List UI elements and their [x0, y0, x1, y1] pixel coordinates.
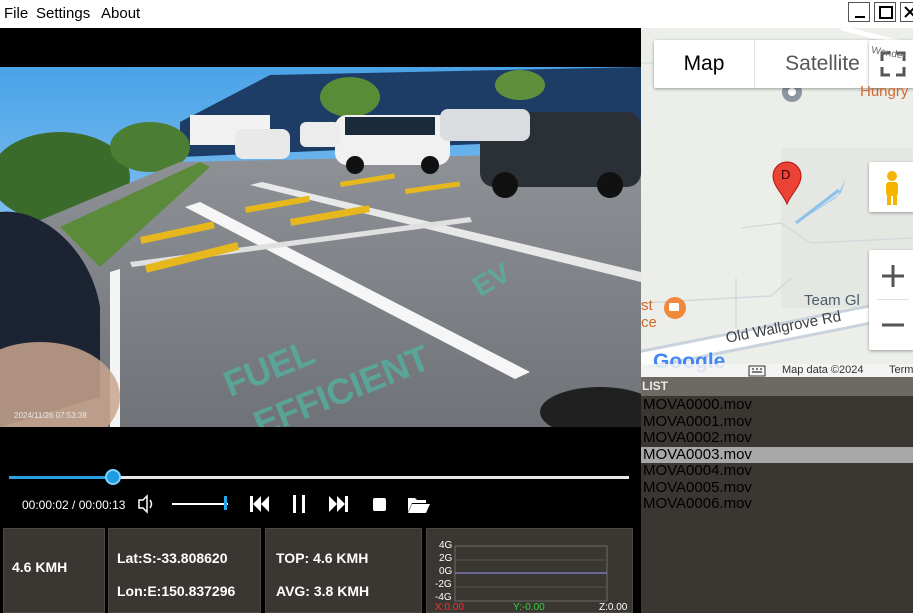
folder-open-icon: [408, 498, 430, 513]
next-button[interactable]: [326, 492, 352, 516]
map-terms-link[interactable]: Term: [889, 364, 913, 376]
file-list-item[interactable]: MOVA0004.mov: [641, 463, 913, 479]
map-label-left-b: ce: [641, 314, 657, 331]
volume-slider-thumb[interactable]: [223, 496, 227, 510]
open-folder-button[interactable]: [406, 492, 432, 516]
menu-settings[interactable]: Settings: [36, 5, 90, 22]
video-panel: FUEL EFFICIENT EV 2024/11/26 07:53:38: [0, 28, 641, 468]
g-y-value: Y:-0.00: [513, 602, 545, 613]
video-image: FUEL EFFICIENT EV: [0, 67, 641, 452]
menu-file[interactable]: File: [4, 5, 28, 22]
speed-value: 4.6 KMH: [12, 559, 68, 575]
map-tab-map[interactable]: Map: [654, 40, 754, 88]
speed-box: 4.6 KMH: [3, 528, 105, 613]
volume-slider[interactable]: [172, 503, 228, 505]
pause-icon: [293, 495, 305, 513]
playback-controls: 00:00:02 / 00:00:13: [0, 468, 641, 526]
average-speed-value: AVG: 3.8 KMH: [276, 583, 370, 599]
map-marker-label: D: [781, 167, 791, 182]
skip-previous-icon: [250, 496, 269, 512]
file-list-item[interactable]: MOVA0006.mov: [641, 496, 913, 512]
seek-bar[interactable]: [9, 476, 629, 479]
map-view[interactable]: Map Satellite Wonder Hungry D Team Gl Ol…: [641, 28, 913, 377]
map-label-team: Team Gl: [804, 292, 860, 309]
map-type-toggle: Map Satellite: [654, 40, 884, 88]
menu-bar: File Settings About: [0, 0, 913, 28]
minimize-icon: [855, 16, 865, 18]
minimize-button[interactable]: [848, 2, 870, 22]
street-view-button[interactable]: [869, 162, 913, 212]
telemetry-panel: 4.6 KMH Lat:S:-33.808620 Lon:E:150.83729…: [0, 526, 641, 613]
file-list-item[interactable]: MOVA0000.mov: [641, 397, 913, 413]
speed-stats-box: TOP: 4.6 KMH AVG: 3.8 KMH: [265, 528, 422, 613]
stop-icon: [373, 498, 386, 511]
file-list-item[interactable]: MOVA0002.mov: [641, 430, 913, 446]
map-label-hungry: Hungry: [860, 83, 909, 100]
volume-button[interactable]: [133, 492, 159, 516]
close-icon: [904, 6, 913, 18]
file-list-header: LIST: [641, 377, 913, 396]
pegman-icon: [886, 171, 898, 205]
keyboard-icon[interactable]: [748, 365, 766, 377]
gps-box: Lat:S:-33.808620 Lon:E:150.837296: [108, 528, 261, 613]
map-marker-d[interactable]: D: [771, 160, 803, 206]
window-controls: [846, 2, 913, 24]
previous-button[interactable]: [247, 492, 273, 516]
seek-bar-fill: [9, 476, 114, 479]
plus-icon: [882, 265, 904, 287]
top-speed-value: TOP: 4.6 KMH: [276, 550, 369, 566]
file-list-item[interactable]: MOVA0001.mov: [641, 413, 913, 430]
speaker-icon: [138, 494, 153, 514]
file-list-item[interactable]: MOVA0003.mov: [641, 446, 913, 463]
g-tick-2: 2G: [439, 553, 453, 564]
video-frame[interactable]: FUEL EFFICIENT EV 2024/11/26 07:53:38: [0, 67, 641, 456]
file-list-panel: LIST MOVA0000.mov MOVA0001.mov MOVA0002.mo…: [641, 377, 913, 613]
maximize-icon: [879, 6, 893, 19]
zoom-out-button[interactable]: [869, 300, 913, 350]
zoom-in-button[interactable]: [869, 250, 913, 300]
latitude-value: Lat:S:-33.808620: [117, 550, 228, 566]
minus-icon: [882, 323, 904, 327]
video-timestamp-overlay: 2024/11/26 07:53:38: [14, 411, 87, 420]
map-attribution: Map data ©2024 Term: [641, 364, 913, 377]
file-list-item[interactable]: MOVA0005.mov: [641, 479, 913, 496]
map-label-left-a: st: [641, 297, 653, 314]
menu-about[interactable]: About: [101, 5, 140, 22]
g-sensor-graph: 4G 2G 0G -2G -4G X:0.00 Y:-0.00 Z:0.00: [426, 528, 633, 613]
time-label: 00:00:02 / 00:00:13: [22, 498, 126, 512]
zoom-controls: [869, 250, 913, 350]
map-data-text: Map data ©2024: [782, 364, 864, 376]
longitude-value: Lon:E:150.837296: [117, 583, 236, 599]
g-x-value: X:0.00: [435, 602, 464, 613]
pause-button[interactable]: [286, 492, 312, 516]
stop-button[interactable]: [367, 492, 393, 516]
g-tick-0: 0G: [439, 566, 453, 577]
g-tick-neg2: -2G: [435, 579, 452, 590]
dashcam-player-window: File Settings About FUEL EFFICIENT EV 20…: [0, 0, 913, 613]
skip-next-icon: [329, 496, 348, 512]
maximize-button[interactable]: [874, 2, 896, 22]
g-tick-4: 4G: [439, 540, 453, 551]
close-button[interactable]: [900, 2, 913, 22]
seek-bar-thumb[interactable]: [105, 469, 122, 485]
g-z-value: Z:0.00: [599, 602, 628, 613]
g-sensor-plot: [454, 545, 608, 602]
